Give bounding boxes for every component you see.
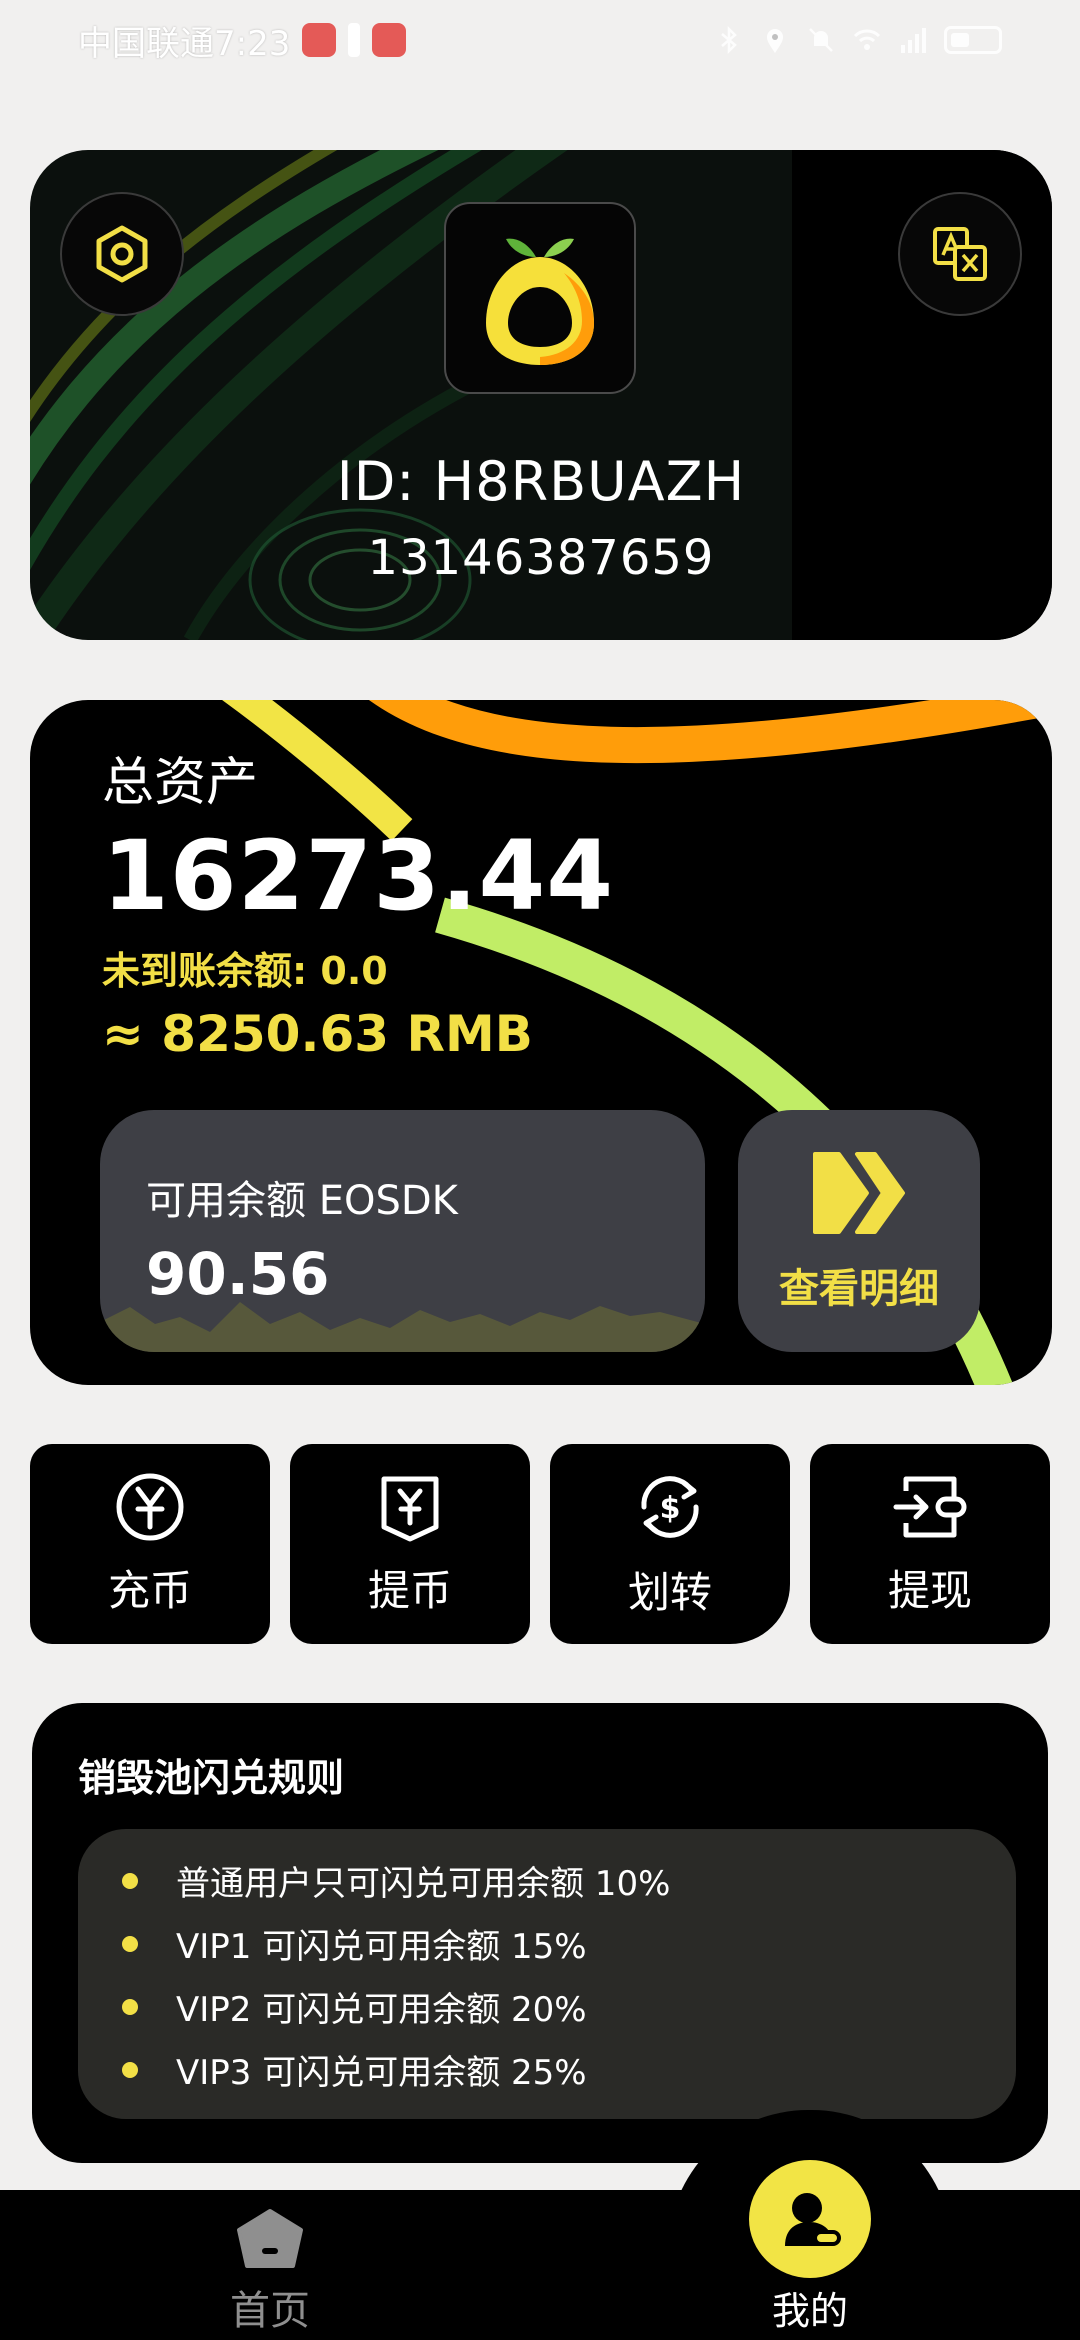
bullet-dot xyxy=(122,2061,138,2078)
orange-fruit-logo-icon xyxy=(486,238,594,365)
bullet-dot xyxy=(122,1998,138,2015)
flash-exchange-rules-card: 销毁池闪兑规则 普通用户只可闪兑可用余额 10% VIP1 可闪兑可用余额 15… xyxy=(32,1703,1048,2163)
view-details-label: 查看明细 xyxy=(779,1266,939,1312)
nav-item-home[interactable]: 首页 xyxy=(200,2208,340,2338)
available-balance-panel: 可用余额 EOSDK 90.56 xyxy=(100,1110,705,1352)
rule-text: VIP1 可闪兑可用余额 15% xyxy=(176,1927,587,1967)
rule-item: VIP2 可闪兑可用余额 20% xyxy=(78,1975,1016,2038)
signal-icon xyxy=(901,28,926,53)
carrier-time: 中国联通7:23 xyxy=(78,23,291,64)
status-bar: 中国联通7:23 xyxy=(0,0,1080,80)
rules-list: 普通用户只可闪兑可用余额 10% VIP1 可闪兑可用余额 15% VIP2 可… xyxy=(78,1829,1016,2119)
cash-out-button[interactable]: 提现 xyxy=(810,1444,1050,1644)
translate-icon xyxy=(933,227,987,281)
pending-balance: 未到账余额: 0.0 xyxy=(102,949,388,993)
nav-me-label: 我的 xyxy=(771,2289,848,2333)
rmb-equivalent: ≈ 8250.63 RMB xyxy=(102,1005,533,1063)
user-phone: 13146387659 xyxy=(367,530,715,586)
mute-bell-icon xyxy=(809,28,833,52)
deposit-coin-label: 充币 xyxy=(107,1565,192,1615)
transfer-button[interactable]: $ 划转 xyxy=(550,1444,790,1644)
bullet-dot xyxy=(122,1872,138,1889)
dollar-exchange-icon: $ xyxy=(641,1475,699,1538)
battery-icon xyxy=(944,26,1002,54)
bluetooth-icon xyxy=(721,25,737,55)
profile-card: ID: H8RBUAZH 13146387659 xyxy=(30,150,1052,640)
withdraw-wallet-icon xyxy=(893,1476,967,1537)
cash-out-label: 提现 xyxy=(887,1565,972,1615)
wifi-icon xyxy=(853,29,881,50)
rule-text: 普通用户只可闪兑可用余额 10% xyxy=(176,1864,671,1904)
user-id: ID: H8RBUAZH xyxy=(336,450,746,513)
rule-item: VIP1 可闪兑可用余额 15% xyxy=(78,1912,1016,1975)
yen-coin-icon xyxy=(116,1473,184,1540)
bullet-dot xyxy=(122,1935,138,1952)
withdraw-coin-label: 提币 xyxy=(367,1565,452,1615)
location-icon xyxy=(767,29,783,53)
svg-text:$: $ xyxy=(660,1491,681,1526)
deposit-coin-button[interactable]: 充币 xyxy=(30,1444,270,1644)
view-details-button[interactable]: 查看明细 xyxy=(738,1110,980,1352)
app-notification-icon xyxy=(302,23,337,57)
available-balance-value: 90.56 xyxy=(146,1240,330,1308)
rule-item: VIP3 可闪兑可用余额 25% xyxy=(78,2038,1016,2101)
total-assets-value: 16273.44 xyxy=(102,820,615,932)
status-bar-right xyxy=(714,25,1002,55)
hexagon-nut-icon xyxy=(96,225,148,283)
rule-text: VIP2 可闪兑可用余额 20% xyxy=(176,1990,587,2030)
nav-item-me[interactable]: 我的 xyxy=(740,2160,880,2335)
app-logo xyxy=(444,202,636,394)
double-chevron-right-icon xyxy=(813,1152,905,1234)
translate-button[interactable] xyxy=(898,192,1022,316)
total-assets-label: 总资产 xyxy=(102,753,259,813)
nav-home-label: 首页 xyxy=(230,2288,310,2334)
settings-button[interactable] xyxy=(60,192,184,316)
user-profile-icon xyxy=(785,2193,841,2246)
app-notification-icon-2 xyxy=(372,23,407,57)
asset-card: 总资产 16273.44 未到账余额: 0.0 ≈ 8250.63 RMB 可用… xyxy=(30,700,1052,1385)
sim-notification-icon xyxy=(348,23,361,57)
rule-item: 普通用户只可闪兑可用余额 10% xyxy=(78,1849,1016,1912)
bottom-nav xyxy=(0,2190,1080,2340)
rules-title: 销毁池闪兑规则 xyxy=(78,1756,345,1800)
home-icon xyxy=(237,2209,303,2268)
me-tab-circle xyxy=(749,2160,871,2278)
rule-text: VIP3 可闪兑可用余额 25% xyxy=(176,2053,587,2093)
available-balance-label: 可用余额 EOSDK xyxy=(146,1178,458,1224)
transfer-label: 划转 xyxy=(627,1567,712,1617)
withdraw-coin-button[interactable]: 提币 xyxy=(290,1444,530,1644)
yen-card-icon xyxy=(381,1476,439,1541)
status-bar-left: 中国联通7:23 xyxy=(78,16,407,65)
